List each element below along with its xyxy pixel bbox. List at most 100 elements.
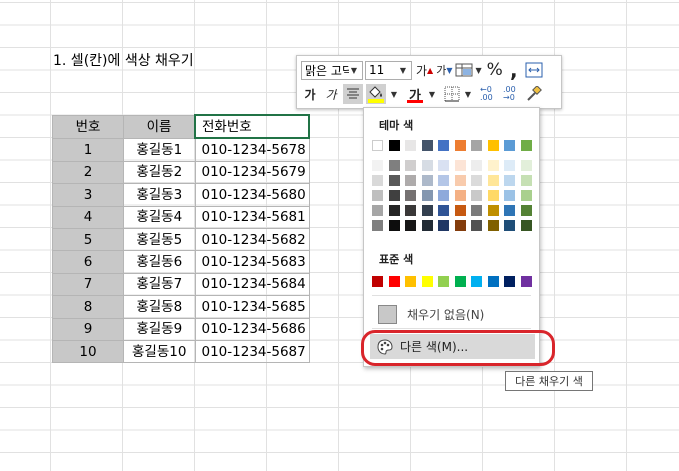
- table-cell[interactable]: 010-1234-5681: [194, 205, 310, 229]
- borders-dropdown[interactable]: ▼: [460, 84, 476, 104]
- theme-color-swatch[interactable]: [454, 190, 466, 201]
- theme-color-swatch[interactable]: [504, 205, 515, 216]
- theme-color-swatch[interactable]: [438, 175, 449, 186]
- table-cell[interactable]: 010-1234-5686: [194, 317, 310, 341]
- standard-color-swatch[interactable]: [504, 276, 515, 287]
- percent-style-button[interactable]: %: [487, 60, 503, 80]
- theme-color-swatch[interactable]: [471, 205, 482, 216]
- table-header-cell[interactable]: 이름: [123, 114, 196, 139]
- standard-color-swatch[interactable]: [388, 276, 400, 287]
- table-cell[interactable]: 010-1234-5678: [194, 137, 310, 162]
- table-cell[interactable]: 홍길동10: [123, 339, 196, 364]
- standard-color-swatch[interactable]: [487, 276, 499, 287]
- font-color-button[interactable]: 가: [406, 84, 424, 104]
- fill-color-dropdown[interactable]: ▼: [386, 84, 402, 104]
- table-cell[interactable]: 8: [52, 295, 124, 319]
- table-cell[interactable]: 홍길동5: [123, 227, 196, 252]
- font-name-dropdown[interactable]: 맑은 고딕 ▼: [301, 60, 363, 80]
- theme-color-swatch[interactable]: [504, 160, 515, 171]
- table-cell[interactable]: 10: [52, 339, 124, 364]
- theme-color-swatch[interactable]: [487, 220, 499, 231]
- theme-color-swatch[interactable]: [487, 160, 499, 171]
- table-header-cell[interactable]: 전화번호: [194, 113, 310, 140]
- theme-color-swatch[interactable]: [471, 220, 482, 231]
- theme-color-swatch[interactable]: [454, 160, 466, 171]
- theme-color-swatch[interactable]: [372, 205, 383, 216]
- theme-color-swatch[interactable]: [388, 160, 400, 171]
- theme-color-swatch[interactable]: [454, 175, 466, 186]
- theme-color-swatch[interactable]: [504, 140, 515, 151]
- theme-color-swatch[interactable]: [372, 220, 383, 231]
- standard-color-swatch[interactable]: [471, 276, 482, 287]
- theme-color-swatch[interactable]: [438, 160, 449, 171]
- table-cell[interactable]: 010-1234-5685: [194, 295, 310, 319]
- theme-color-swatch[interactable]: [438, 190, 449, 201]
- bold-button[interactable]: 가: [301, 84, 319, 104]
- theme-color-swatch[interactable]: [421, 140, 433, 151]
- theme-color-swatch[interactable]: [520, 160, 532, 171]
- theme-color-swatch[interactable]: [405, 175, 416, 186]
- theme-color-swatch[interactable]: [520, 140, 532, 151]
- theme-color-swatch[interactable]: [405, 220, 416, 231]
- table-cell[interactable]: 010-1234-5684: [194, 272, 310, 297]
- table-cell[interactable]: 홍길동4: [123, 205, 196, 229]
- theme-color-swatch[interactable]: [520, 175, 532, 186]
- standard-color-swatch[interactable]: [520, 276, 532, 287]
- theme-color-swatch[interactable]: [438, 205, 449, 216]
- italic-button[interactable]: 가: [322, 84, 340, 104]
- theme-color-swatch[interactable]: [487, 140, 499, 151]
- theme-color-swatch[interactable]: [438, 220, 449, 231]
- theme-color-swatch[interactable]: [471, 190, 482, 201]
- theme-color-swatch[interactable]: [421, 175, 433, 186]
- table-cell[interactable]: 010-1234-5680: [194, 183, 310, 207]
- theme-color-swatch[interactable]: [471, 175, 482, 186]
- theme-color-swatch[interactable]: [405, 205, 416, 216]
- increase-decimal-button[interactable]: ←0 .00: [480, 84, 500, 104]
- theme-color-swatch[interactable]: [487, 205, 499, 216]
- table-cell[interactable]: 1: [52, 137, 124, 162]
- decrease-decimal-button[interactable]: .00 →0: [503, 84, 523, 104]
- format-painter-button[interactable]: [526, 84, 542, 104]
- font-color-dropdown[interactable]: ▼: [424, 84, 440, 104]
- standard-color-swatch[interactable]: [438, 276, 449, 287]
- theme-color-swatch[interactable]: [454, 205, 466, 216]
- theme-color-swatch[interactable]: [421, 190, 433, 201]
- table-cell[interactable]: 010-1234-5682: [194, 227, 310, 252]
- standard-color-swatch[interactable]: [421, 276, 433, 287]
- standard-color-swatch[interactable]: [372, 276, 383, 287]
- theme-color-swatch[interactable]: [421, 160, 433, 171]
- table-cell[interactable]: 홍길동2: [123, 160, 196, 185]
- theme-color-swatch[interactable]: [372, 140, 383, 151]
- borders-button[interactable]: [444, 84, 460, 104]
- theme-color-swatch[interactable]: [405, 160, 416, 171]
- table-cell[interactable]: 5: [52, 227, 124, 252]
- table-header-cell[interactable]: 번호: [52, 114, 124, 139]
- table-cell[interactable]: 4: [52, 205, 124, 229]
- table-cell[interactable]: 2: [52, 160, 124, 185]
- theme-color-swatch[interactable]: [372, 160, 383, 171]
- theme-color-swatch[interactable]: [438, 140, 449, 151]
- theme-color-swatch[interactable]: [388, 220, 400, 231]
- theme-color-swatch[interactable]: [454, 140, 466, 151]
- font-size-dropdown[interactable]: 11 ▼: [365, 60, 412, 80]
- standard-color-swatch[interactable]: [405, 276, 416, 287]
- align-center-button[interactable]: [343, 84, 363, 104]
- cell-style-button[interactable]: ▼: [455, 60, 483, 80]
- theme-color-swatch[interactable]: [504, 220, 515, 231]
- theme-color-swatch[interactable]: [372, 190, 383, 201]
- theme-color-swatch[interactable]: [471, 160, 482, 171]
- table-cell[interactable]: 3: [52, 183, 124, 207]
- theme-color-swatch[interactable]: [388, 140, 400, 151]
- merge-center-button[interactable]: [525, 60, 543, 80]
- theme-color-swatch[interactable]: [405, 190, 416, 201]
- theme-color-swatch[interactable]: [471, 140, 482, 151]
- theme-color-swatch[interactable]: [388, 205, 400, 216]
- theme-color-swatch[interactable]: [504, 175, 515, 186]
- table-cell[interactable]: 010-1234-5687: [194, 339, 310, 364]
- standard-color-swatch[interactable]: [454, 276, 466, 287]
- no-fill-option[interactable]: 채우기 없음(N): [374, 303, 529, 325]
- theme-color-swatch[interactable]: [487, 190, 499, 201]
- table-cell[interactable]: 홍길동1: [123, 137, 196, 162]
- theme-color-swatch[interactable]: [421, 205, 433, 216]
- theme-color-swatch[interactable]: [372, 175, 383, 186]
